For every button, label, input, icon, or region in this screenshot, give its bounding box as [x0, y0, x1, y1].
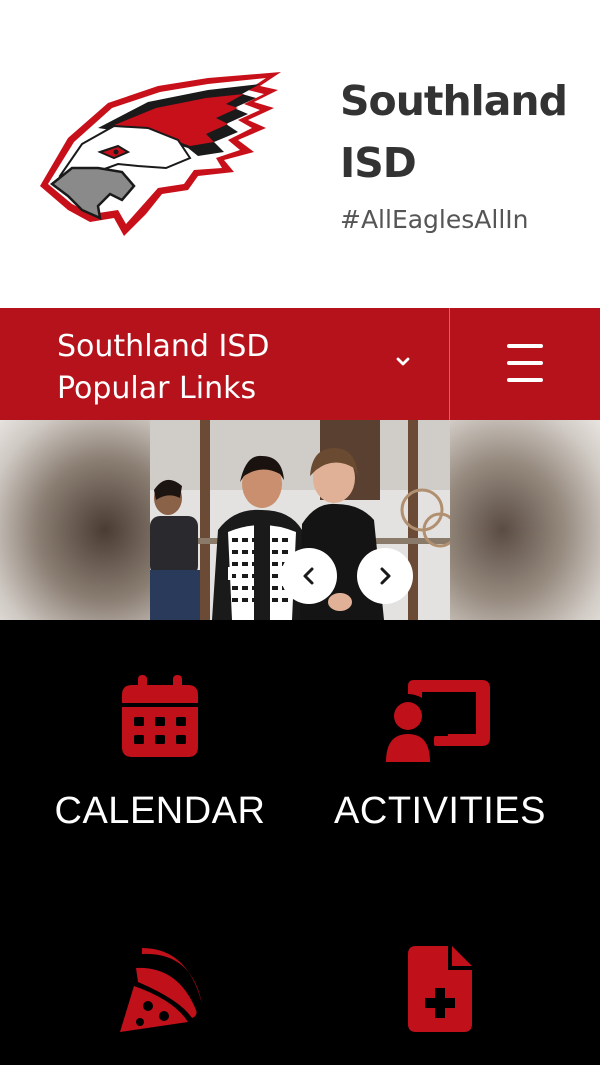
calendar-icon	[122, 675, 198, 757]
pizza-icon	[120, 948, 202, 1032]
next-slide-preview	[450, 420, 600, 620]
site-title[interactable]: Southland ISD	[340, 70, 590, 194]
menu-bar	[507, 361, 543, 365]
site-tagline: #AllEaglesAllIn	[340, 205, 529, 234]
pause-icon	[228, 567, 240, 580]
chevron-left-icon	[303, 567, 314, 585]
eagle-logo[interactable]	[38, 68, 283, 238]
popular-links-label: Southland ISD Popular Links	[57, 329, 270, 406]
quick-link-calendar[interactable]: CALENDAR	[20, 660, 300, 850]
menu-bar	[507, 378, 543, 382]
popular-links-dropdown[interactable]: Southland ISD Popular Links	[0, 308, 449, 420]
red-nav-bar: Southland ISD Popular Links	[0, 308, 600, 420]
presentation-icon	[386, 680, 490, 762]
quick-link-activities[interactable]: ACTIVITIES	[300, 660, 580, 850]
quick-link-health[interactable]	[300, 920, 580, 1065]
photo-slideshow	[0, 420, 600, 620]
quick-links-section: CALENDAR ACTIVITIES	[0, 620, 600, 1065]
next-slide-button[interactable]	[357, 548, 413, 604]
quick-link-label: ACTIVITIES	[334, 790, 546, 832]
quick-link-label: CALENDAR	[54, 790, 266, 832]
hamburger-menu-button[interactable]	[450, 308, 600, 420]
previous-slide-preview	[0, 420, 150, 620]
chevron-down-icon	[396, 357, 410, 366]
previous-slide-button[interactable]	[281, 548, 337, 604]
site-header: Southland ISD #AllEaglesAllIn	[0, 0, 600, 308]
menu-bar	[507, 344, 543, 348]
file-plus-icon	[408, 946, 472, 1032]
chevron-right-icon	[380, 567, 391, 585]
pause-slideshow-button[interactable]	[222, 560, 246, 586]
quick-link-menus[interactable]	[20, 920, 300, 1065]
